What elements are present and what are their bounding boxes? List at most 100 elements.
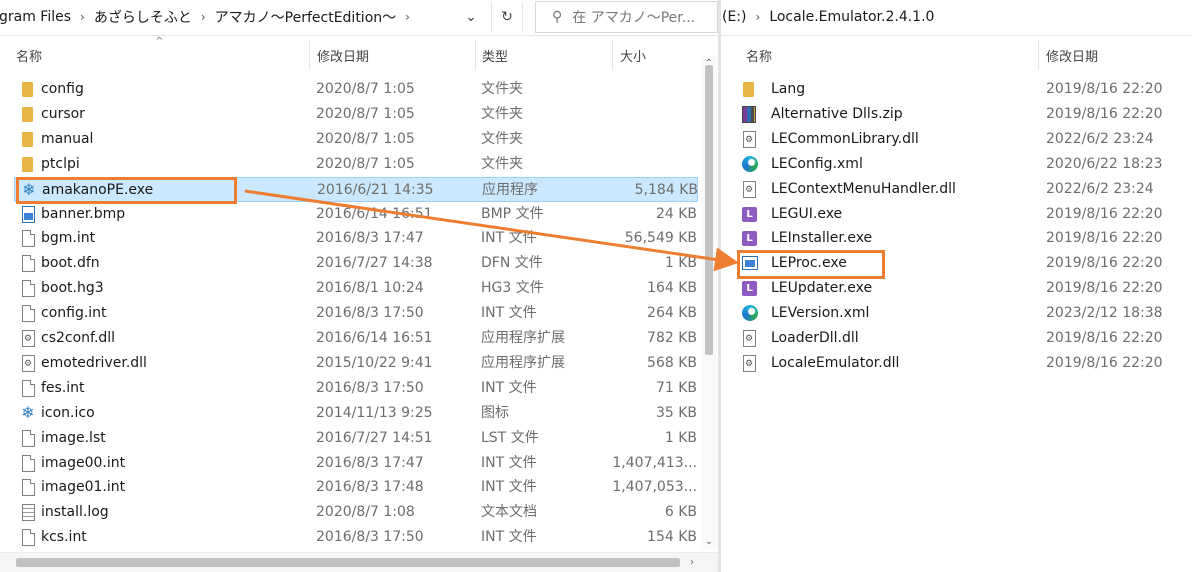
dll-file-icon xyxy=(743,330,756,347)
file-name: LoaderDll.dll xyxy=(771,330,859,346)
file-type: HG3 文件 xyxy=(481,280,544,297)
file-row[interactable]: Alternative Dlls.zip 2019/8/16 22:20 xyxy=(735,102,1187,127)
file-row[interactable]: install.log 2020/8/7 1:08 文本文档 6 KB xyxy=(14,500,698,525)
file-date: 2016/8/3 17:50 xyxy=(316,529,424,546)
left-breadcrumb: gram Files › あざらしそふと › アマカノ～PerfectEditi… xyxy=(0,0,419,34)
chevron-down-icon[interactable]: ⌄ xyxy=(455,2,487,32)
file-type: 文件夹 xyxy=(481,81,523,97)
file-size: 24 KB xyxy=(655,205,697,222)
dll-file-icon xyxy=(22,330,35,347)
breadcrumb-azarashi-soft[interactable]: あざらしそふと xyxy=(94,7,192,27)
chevron-right-icon[interactable]: › xyxy=(756,10,761,24)
file-size: 6 KB xyxy=(664,504,697,521)
column-header-name[interactable]: 名称 xyxy=(9,36,307,74)
file-row[interactable]: L LEGUI.exe 2019/8/16 22:20 xyxy=(735,202,1187,227)
file-date: 2016/8/3 17:48 xyxy=(316,479,424,496)
column-header-size[interactable]: 大小 xyxy=(613,36,701,74)
search-box[interactable]: ⚲ 在 アマカノ～Per... xyxy=(535,1,718,33)
file-icon xyxy=(22,379,35,397)
file-row[interactable]: image01.int 2016/8/3 17:48 INT 文件 1,407,053… xyxy=(14,475,698,500)
scrollbar-thumb[interactable] xyxy=(705,65,713,355)
left-horizontal-scrollbar[interactable]: › xyxy=(0,552,718,572)
file-row[interactable]: emotedriver.dll 2015/10/22 9:41 应用程序扩展 568 … xyxy=(14,351,698,376)
file-row[interactable]: L LEInstaller.exe 2019/8/16 22:20 xyxy=(735,226,1187,251)
file-date: 2019/8/16 22:20 xyxy=(1046,105,1163,122)
file-row[interactable]: kcs.int 2016/8/3 17:50 INT 文件 154 KB xyxy=(14,525,698,550)
file-row[interactable]: config.int 2016/8/3 17:50 INT 文件 264 KB xyxy=(14,301,698,326)
left-address-bar: gram Files › あざらしそふと › アマカノ～PerfectEditi… xyxy=(0,0,718,36)
file-row[interactable]: image00.int 2016/8/3 17:47 INT 文件 1,407,413… xyxy=(14,451,698,476)
file-icon xyxy=(22,230,35,248)
column-header-date[interactable]: 修改日期 xyxy=(1039,36,1189,74)
refresh-icon[interactable]: ↻ xyxy=(491,2,523,32)
chevron-right-icon[interactable]: › xyxy=(201,10,206,24)
file-row[interactable]: cursor 2020/8/7 1:05 文件夹 xyxy=(14,102,698,127)
file-name: config xyxy=(41,81,84,97)
file-date: 2020/8/7 1:08 xyxy=(316,504,415,521)
file-type: 文本文档 xyxy=(481,504,537,521)
scroll-down-arrow-icon[interactable]: ⌄ xyxy=(701,534,717,550)
horizontal-scrollbar-thumb[interactable] xyxy=(16,558,680,567)
file-size: 5,184 KB xyxy=(634,181,698,198)
file-type: 应用程序扩展 xyxy=(481,330,565,346)
file-row[interactable]: boot.dfn 2016/7/27 14:38 DFN 文件 1 KB xyxy=(14,251,698,276)
file-icon xyxy=(22,305,35,323)
file-type: 图标 xyxy=(481,404,509,421)
file-row[interactable]: ptclpi 2020/8/7 1:05 文件夹 xyxy=(14,152,698,177)
locale-emulator-app-icon: L xyxy=(742,281,757,297)
file-row[interactable]: cs2conf.dll 2016/6/14 16:51 应用程序扩展 782 KB xyxy=(14,326,698,351)
folder-icon xyxy=(22,82,33,97)
file-date: 2016/8/3 17:47 xyxy=(316,454,424,471)
file-row[interactable]: Lang 2019/8/16 22:20 xyxy=(735,77,1187,102)
breadcrumb-drive-e[interactable]: (E:) xyxy=(722,9,747,25)
file-type: INT 文件 xyxy=(481,454,537,471)
column-header-type[interactable]: 类型 xyxy=(475,36,611,74)
file-name: LEContextMenuHandler.dll xyxy=(771,180,956,197)
file-date: 2019/8/16 22:20 xyxy=(1046,205,1163,222)
file-name: banner.bmp xyxy=(41,205,126,222)
file-row[interactable]: fes.int 2016/8/3 17:50 INT 文件 71 KB xyxy=(14,376,698,401)
file-size: 35 KB xyxy=(655,404,697,421)
snowflake-app-icon: ❄ xyxy=(21,402,35,422)
file-row[interactable]: image.lst 2016/7/27 14:51 LST 文件 1 KB xyxy=(14,426,698,451)
breadcrumb-locale-emulator[interactable]: Locale.Emulator.2.4.1.0 xyxy=(769,9,934,25)
breadcrumb-program-files[interactable]: gram Files xyxy=(0,9,71,25)
file-row[interactable]: config 2020/8/7 1:05 文件夹 xyxy=(14,77,698,102)
file-row[interactable]: manual 2020/8/7 1:05 文件夹 xyxy=(14,127,698,152)
file-name: boot.hg3 xyxy=(41,280,104,297)
file-date: 2020/8/7 1:05 xyxy=(316,130,415,147)
file-row[interactable]: banner.bmp 2016/6/14 16:51 BMP 文件 24 KB xyxy=(14,202,698,227)
file-row[interactable]: LoaderDll.dll 2019/8/16 22:20 xyxy=(735,326,1187,351)
column-header-name[interactable]: 名称 xyxy=(739,36,1039,74)
file-row[interactable]: LECommonLibrary.dll 2022/6/2 23:24 xyxy=(735,127,1187,152)
file-row[interactable]: L LEUpdater.exe 2019/8/16 22:20 xyxy=(735,276,1187,301)
file-row[interactable]: LEVersion.xml 2023/2/12 18:38 xyxy=(735,301,1187,326)
column-header-date[interactable]: 修改日期 xyxy=(310,36,474,74)
file-row[interactable]: LEContextMenuHandler.dll 2022/6/2 23:24 xyxy=(735,177,1187,202)
file-size xyxy=(604,152,697,177)
chevron-right-icon[interactable]: › xyxy=(405,10,410,24)
file-row[interactable]: LEConfig.xml 2020/6/22 18:23 xyxy=(735,152,1187,177)
annotation-highlight-leproc xyxy=(737,250,885,279)
folder-icon xyxy=(22,156,33,172)
file-row[interactable]: boot.hg3 2016/8/1 10:24 HG3 文件 164 KB xyxy=(14,276,698,301)
file-date: 2016/8/1 10:24 xyxy=(316,280,424,297)
file-size: 1,407,053... xyxy=(612,479,697,496)
file-type: 文件夹 xyxy=(481,130,523,147)
dll-file-icon xyxy=(743,180,756,198)
breadcrumb-amakano[interactable]: アマカノ～PerfectEdition～ xyxy=(215,7,396,27)
scroll-right-arrow-icon[interactable]: › xyxy=(684,554,700,572)
file-row[interactable]: ❄ icon.ico 2014/11/13 9:25 图标 35 KB xyxy=(14,401,698,426)
left-vertical-scrollbar[interactable]: ⌃ ⌄ xyxy=(701,56,717,550)
file-size: 56,549 KB xyxy=(624,230,697,247)
chevron-right-icon[interactable]: › xyxy=(80,10,85,24)
file-date: 2019/8/16 22:20 xyxy=(1046,280,1163,297)
file-date: 2014/11/13 9:25 xyxy=(316,404,433,421)
file-date: 2019/8/16 22:20 xyxy=(1046,255,1163,272)
file-row[interactable]: LocaleEmulator.dll 2019/8/16 22:20 xyxy=(735,351,1187,376)
file-type: LST 文件 xyxy=(481,429,539,446)
file-size: 1,407,413... xyxy=(612,454,697,471)
file-row[interactable]: bgm.int 2016/8/3 17:47 INT 文件 56,549 KB xyxy=(14,226,698,251)
left-column-header: ^ 名称 修改日期 类型 大小 xyxy=(0,36,718,74)
search-placeholder: 在 アマカノ～Per... xyxy=(572,10,696,26)
